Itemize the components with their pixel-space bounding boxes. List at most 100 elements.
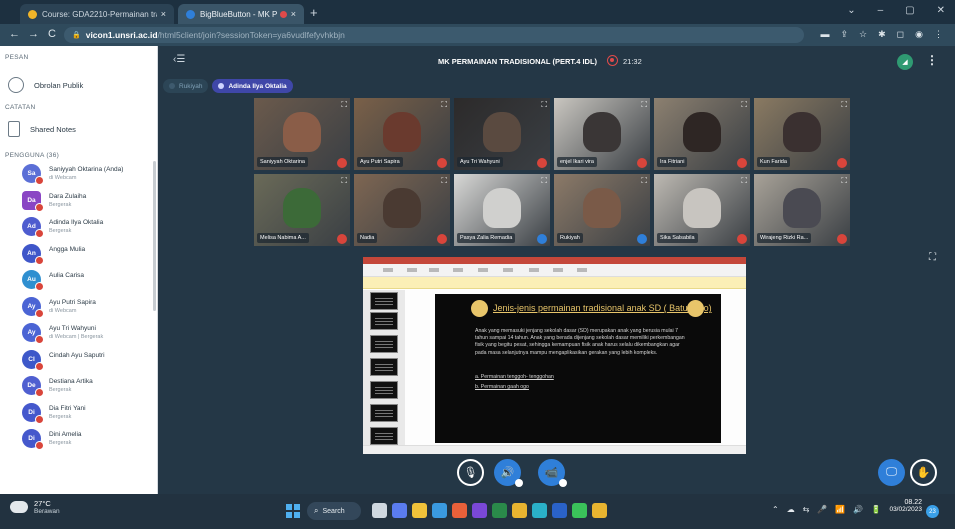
app-purple-app-icon[interactable] (472, 503, 487, 518)
audio-button[interactable]: 🔊 (494, 459, 523, 487)
tab-close-icon[interactable]: × (291, 9, 296, 19)
expand-icon[interactable]: ⛶ (641, 176, 647, 186)
presentation-button[interactable]: 🖵 (878, 459, 905, 486)
talking-pill[interactable]: Adinda Ilya Oktalia (212, 79, 293, 93)
browser-menu-icon[interactable]: ⋮ (934, 29, 943, 40)
connection-status-icon[interactable]: ◢ (897, 54, 913, 70)
camera-options-icon[interactable] (559, 479, 567, 487)
raise-hand-button[interactable]: ✋ (910, 459, 937, 486)
webcam-tile[interactable]: ⛶ Ayu Putri Sapira (354, 98, 450, 170)
expand-icon[interactable]: ⛶ (541, 176, 547, 186)
tab-close-icon[interactable]: × (161, 9, 166, 19)
expand-icon[interactable]: ⛶ (341, 176, 347, 186)
participant-name: Melisa Nabima A... (257, 233, 309, 243)
store-app-icon[interactable] (432, 503, 447, 518)
tab-search-icon[interactable]: ⌄ (847, 5, 855, 16)
sidebar-scrollbar[interactable] (153, 161, 156, 311)
webcam-tile[interactable]: ⛶ Ira Fitriani (654, 98, 750, 170)
notes-icon (8, 121, 20, 137)
shared-notes-item[interactable]: Shared Notes (5, 118, 153, 140)
expand-icon[interactable]: ⛶ (841, 100, 847, 110)
tab-bigbluebutton[interactable]: BigBlueButton - MK PERMAI × (178, 4, 304, 24)
user-list-item[interactable]: Di Dia Fitri Yani Bergerak (22, 401, 152, 427)
expand-icon[interactable]: ⛶ (441, 176, 447, 186)
webcam-tile[interactable]: ⛶ Nadia (354, 174, 450, 246)
expand-icon[interactable]: ⛶ (741, 176, 747, 186)
expand-icon[interactable]: ⛶ (341, 100, 347, 110)
maximize-button[interactable]: ▢ (905, 5, 914, 16)
fullscreen-icon[interactable]: ⛶ (929, 252, 936, 263)
webcam-tile[interactable]: ⛶ Wirajeng Rizki Ra... (754, 174, 850, 246)
word-app-icon[interactable] (552, 503, 567, 518)
user-list-item[interactable]: CI Cindah Ayu Saputri (22, 348, 152, 374)
raise-hand-icon: ✋ (916, 467, 931, 479)
talking-pill[interactable]: Rukiyah (163, 79, 209, 93)
bookmark-star-icon[interactable]: ☆ (859, 29, 867, 40)
excel-app-icon[interactable] (492, 503, 507, 518)
user-list-item[interactable]: Ay Ayu Tri Wahyuni di Webcam | Bergerak (22, 321, 152, 347)
edge-app-icon[interactable] (532, 503, 547, 518)
url-input[interactable]: 🔒 vicon1.unsri.ac.id /html5client/join?s… (64, 27, 804, 43)
tray-overflow-icon[interactable]: ⌃ (772, 505, 779, 514)
webcam-tile[interactable]: ⛶ Saniyyah Oktarina (254, 98, 350, 170)
weather-widget[interactable]: 27°C Berawan (10, 499, 60, 515)
webcam-tile[interactable]: ⛶ Kun Farida (754, 98, 850, 170)
whatsapp-app-icon[interactable] (572, 503, 587, 518)
user-list-item[interactable]: Sa Saniyyah Oktarina (Anda) di Webcam (22, 162, 152, 188)
tab-course[interactable]: Course: GDA2210-Permainan tra × (20, 4, 174, 24)
recording-indicator-icon[interactable] (607, 55, 618, 66)
new-tab-button[interactable]: + (310, 5, 318, 20)
reload-button[interactable]: C (48, 28, 56, 40)
clock[interactable]: 08.22 03/02/2023 (876, 499, 922, 513)
microphone-icon[interactable]: 🎤 (817, 505, 827, 514)
task-view-app-icon[interactable] (372, 503, 387, 518)
public-chat-item[interactable]: Obrolan Publik (5, 74, 153, 96)
volume-icon[interactable]: 🔊 (853, 505, 863, 514)
audio-options-icon[interactable] (515, 479, 523, 487)
start-button[interactable] (286, 504, 300, 518)
wifi-icon[interactable]: 📶 (835, 505, 845, 514)
user-list-item[interactable]: Au Aulia Carisa (22, 268, 152, 294)
network-share-icon[interactable]: ⇆ (803, 505, 810, 514)
expand-icon[interactable]: ⛶ (641, 100, 647, 110)
expand-icon[interactable]: ⛶ (741, 100, 747, 110)
taskbar-search[interactable]: ⌕ Search (307, 502, 361, 520)
user-list-item[interactable]: Da Dara Zulaiha Bergerak (22, 189, 152, 215)
expand-icon[interactable]: ⛶ (841, 176, 847, 186)
profile-icon[interactable]: ◉ (915, 29, 923, 40)
minimize-button[interactable]: – (878, 5, 884, 16)
webcam-tile[interactable]: ⛶ enjel Ikari vira (554, 98, 650, 170)
chrome-2-app-icon[interactable] (592, 503, 607, 518)
webcam-tile[interactable]: ⛶ Pasya Zalia Remadia (454, 174, 550, 246)
notification-badge[interactable]: 23 (926, 505, 939, 518)
slide-thumbnail (370, 381, 398, 399)
chrome-app-icon[interactable] (512, 503, 527, 518)
app-orange-app-icon[interactable] (452, 503, 467, 518)
file-explorer-app-icon[interactable] (412, 503, 427, 518)
user-list-item[interactable]: An Angga Mulia (22, 242, 152, 268)
collapse-panel-icon[interactable]: ‹☰ (173, 54, 185, 65)
mute-button[interactable]: 🎙 (457, 459, 484, 486)
extensions-icon[interactable]: ✱ (878, 29, 886, 40)
user-list-item[interactable]: De Destiana Artika Bergerak (22, 374, 152, 400)
share-icon[interactable]: ⇪ (840, 29, 848, 40)
more-options-icon[interactable]: ⋮ (926, 53, 938, 67)
meet-app-icon[interactable] (392, 503, 407, 518)
user-list-item[interactable]: Ay Ayu Putri Sapira di Webcam (22, 295, 152, 321)
close-window-button[interactable]: ✕ (937, 5, 945, 16)
back-button[interactable]: ← (9, 28, 20, 40)
webcam-tile[interactable]: ⛶ Rukiyah (554, 174, 650, 246)
url-path: /html5client/join?sessionToken=ya6vudlfe… (157, 30, 345, 40)
expand-icon[interactable]: ⛶ (441, 100, 447, 110)
sidepanel-icon[interactable]: ◻ (897, 29, 904, 40)
camera-button[interactable]: 📹 (538, 459, 567, 487)
webcam-tile[interactable]: ⛶ Melisa Nabima A... (254, 174, 350, 246)
webcam-tile[interactable]: ⛶ Sika Salsabila (654, 174, 750, 246)
onedrive-icon[interactable]: ☁ (787, 505, 795, 514)
forward-button[interactable]: → (28, 28, 39, 40)
user-list-item[interactable]: Ad Adinda Ilya Oktalia Bergerak (22, 215, 152, 241)
expand-icon[interactable]: ⛶ (541, 100, 547, 110)
user-list-item[interactable]: Di Dini Amelia Bergerak (22, 427, 152, 453)
cast-icon[interactable]: ▬ (820, 29, 829, 40)
webcam-tile[interactable]: ⛶ Ayu Tri Wahyuni (454, 98, 550, 170)
